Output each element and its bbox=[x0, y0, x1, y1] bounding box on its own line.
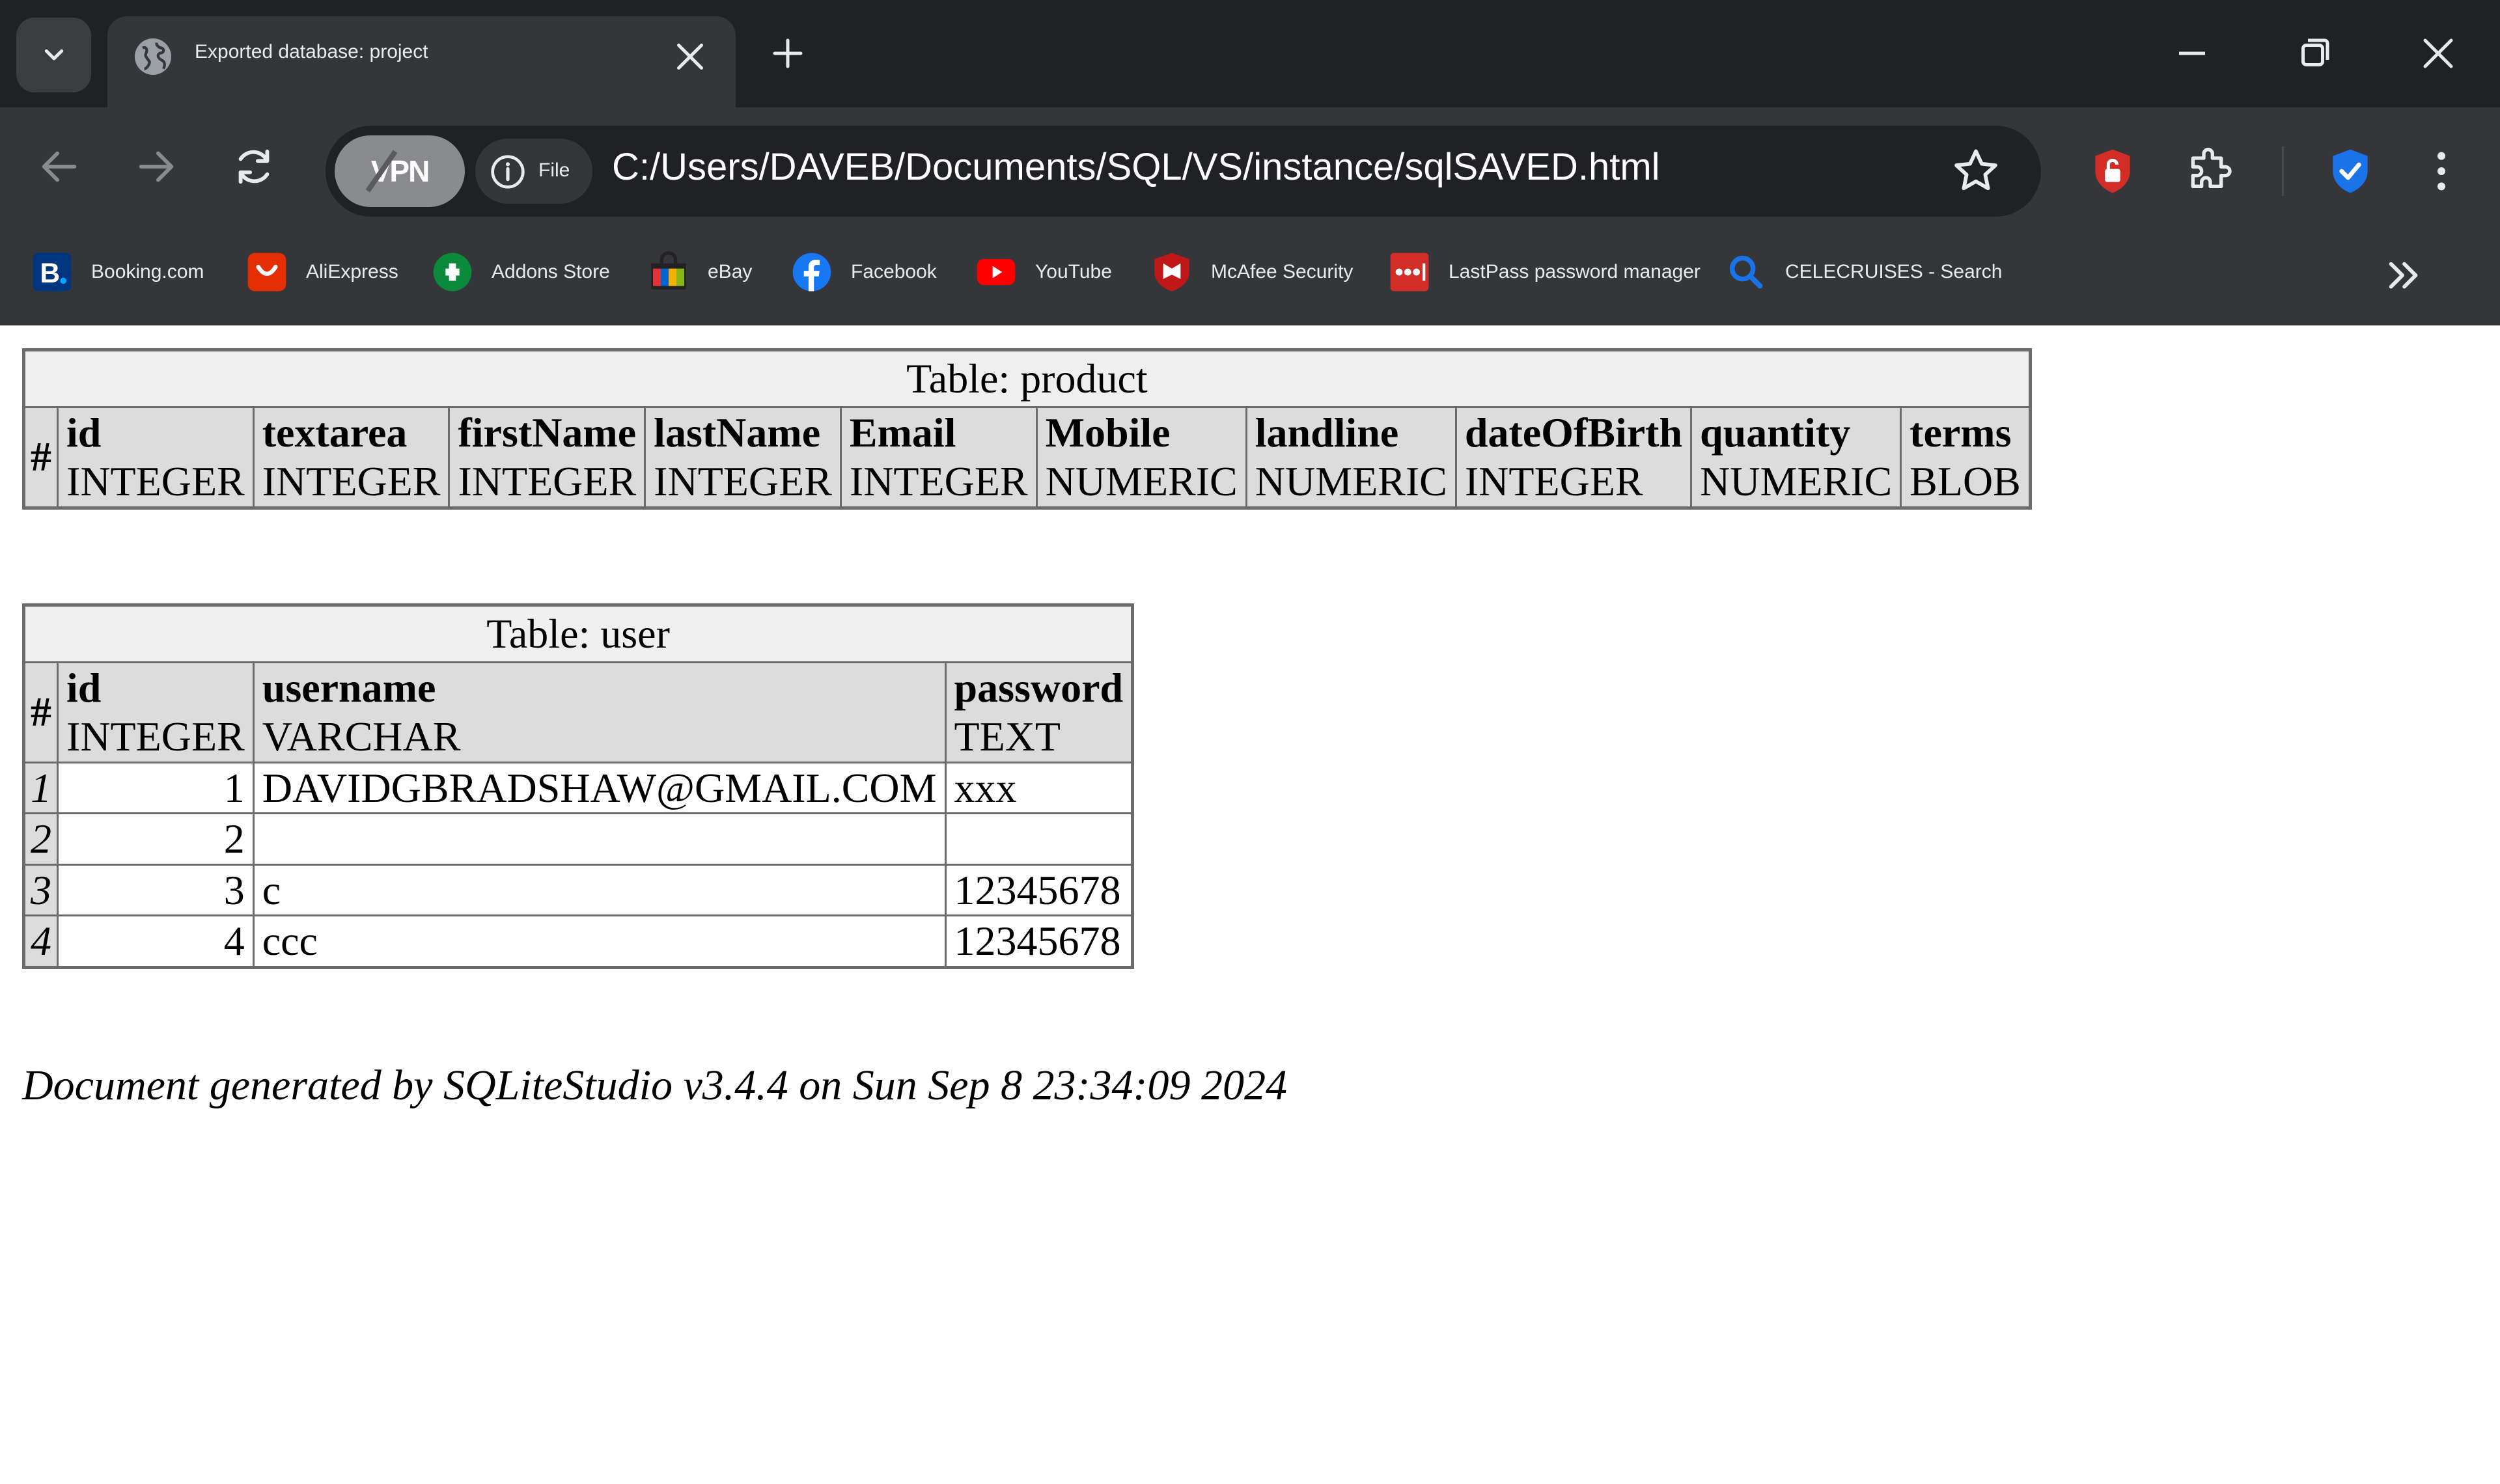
facebook-icon bbox=[792, 253, 831, 292]
forward-icon[interactable] bbox=[133, 144, 179, 189]
user-table: Table: user # id INTEGER username VARCHAR … bbox=[22, 603, 1135, 969]
lastpass-icon bbox=[1390, 253, 1429, 292]
shield-check-icon[interactable] bbox=[2324, 145, 2376, 197]
column-header: landline NUMERIC bbox=[1245, 405, 1457, 509]
bookmark-celecruises[interactable]: CELECRUISES - Search bbox=[1725, 246, 2002, 298]
column-header: id INTEGER bbox=[57, 405, 255, 509]
bookmark-aliexpress[interactable]: AliExpress bbox=[246, 246, 398, 298]
info-icon bbox=[491, 155, 525, 189]
site-info-chip[interactable]: File bbox=[475, 139, 592, 204]
bookmark-label: Facebook bbox=[851, 261, 937, 282]
cell-username bbox=[252, 812, 947, 866]
booking-icon: B bbox=[33, 253, 72, 292]
bookmark-facebook[interactable]: Facebook bbox=[791, 246, 937, 298]
close-tab-icon[interactable] bbox=[671, 37, 710, 76]
mcafee-icon bbox=[1154, 253, 1189, 292]
addons-icon bbox=[433, 253, 472, 292]
table-caption: Table: user bbox=[22, 604, 1134, 663]
table-row: 4 4 ccc 12345678 bbox=[23, 914, 1134, 969]
bookmark-star-icon[interactable] bbox=[1950, 145, 2002, 197]
extensions-puzzle-icon[interactable] bbox=[2184, 145, 2236, 197]
table-row: 1 1 DAVIDGBRADSHAW@GMAIL.COM xxx bbox=[23, 761, 1134, 815]
column-header: textarea INTEGER bbox=[252, 405, 451, 509]
generated-footer: Document generated by SQLiteStudio v3.4.… bbox=[22, 1062, 1288, 1109]
new-tab-icon[interactable] bbox=[768, 34, 807, 73]
cell-username: c bbox=[252, 863, 947, 917]
close-window-icon[interactable] bbox=[2419, 34, 2458, 73]
row-number: 3 bbox=[23, 863, 59, 917]
tab-search-button[interactable] bbox=[16, 18, 91, 92]
cell-password: 12345678 bbox=[944, 914, 1134, 969]
cell-id: 1 bbox=[57, 761, 255, 815]
cell-password: 12345678 bbox=[944, 863, 1134, 917]
tab-title: Exported database: project bbox=[195, 41, 428, 62]
cell-id: 2 bbox=[57, 812, 255, 866]
cell-password bbox=[944, 812, 1134, 866]
column-header: username VARCHAR bbox=[252, 661, 947, 763]
bookmarks-bar: B Booking.com AliExpress Addons Store eB… bbox=[0, 221, 2500, 325]
bookmark-lastpass[interactable]: LastPass password manager bbox=[1389, 246, 1701, 298]
column-header: dateOfBirth INTEGER bbox=[1454, 405, 1693, 509]
minimize-icon[interactable] bbox=[2173, 34, 2212, 73]
row-number: 1 bbox=[23, 761, 59, 815]
table-row: 3 3 c 12345678 bbox=[23, 863, 1134, 917]
bookmark-label: LastPass password manager bbox=[1449, 261, 1701, 282]
bookmark-mcafee[interactable]: McAfee Security bbox=[1151, 246, 1353, 298]
reload-icon[interactable] bbox=[231, 144, 277, 189]
search-icon bbox=[1729, 255, 1763, 289]
bookmark-ebay[interactable]: eBay bbox=[648, 246, 752, 298]
table-row: 2 2 bbox=[23, 812, 1134, 866]
column-header: terms BLOB bbox=[1900, 405, 2031, 509]
svg-text:B: B bbox=[40, 258, 60, 289]
bookmark-label: Booking.com bbox=[91, 261, 204, 282]
column-header: id INTEGER bbox=[57, 661, 255, 763]
double-chevron-right-icon[interactable] bbox=[2382, 253, 2427, 298]
vpn-button[interactable]: VPN bbox=[335, 135, 465, 207]
cell-username: ccc bbox=[252, 914, 947, 969]
file-chip-label: File bbox=[538, 159, 570, 181]
bookmark-addons[interactable]: Addons Store bbox=[432, 246, 610, 298]
column-header: password TEXT bbox=[944, 661, 1134, 763]
page-content: Table: product # id INTEGER textarea INTEG… bbox=[0, 325, 2500, 1484]
row-number-header: # bbox=[23, 661, 59, 763]
cell-id: 3 bbox=[57, 863, 255, 917]
url-text[interactable]: C:/Users/DAVEB/Documents/SQL/VS/instance… bbox=[612, 145, 1660, 189]
bookmark-label: eBay bbox=[708, 261, 753, 282]
column-header: Email INTEGER bbox=[839, 405, 1038, 509]
youtube-icon bbox=[977, 259, 1016, 285]
bookmark-label: McAfee Security bbox=[1211, 261, 1354, 282]
aliexpress-icon bbox=[247, 253, 286, 292]
bookmark-youtube[interactable]: YouTube bbox=[975, 246, 1112, 298]
title-bar: Exported database: project bbox=[0, 0, 2500, 107]
bookmark-label: Addons Store bbox=[492, 261, 610, 282]
row-number-header: # bbox=[23, 405, 59, 509]
column-header: firstName INTEGER bbox=[448, 405, 646, 509]
active-tab[interactable]: Exported database: project bbox=[107, 16, 736, 107]
cell-password: xxx bbox=[944, 761, 1134, 815]
row-number: 2 bbox=[23, 812, 59, 866]
restore-icon[interactable] bbox=[2295, 34, 2334, 73]
cell-id: 4 bbox=[57, 914, 255, 969]
browser-toolbar: VPN File C:/Users/DAVEB/Documents/SQL/VS… bbox=[0, 107, 2500, 221]
more-menu-icon[interactable] bbox=[2415, 145, 2467, 197]
table-caption: Table: product bbox=[23, 349, 2031, 408]
globe-icon bbox=[135, 38, 171, 75]
column-header: Mobile NUMERIC bbox=[1035, 405, 1247, 509]
toolbar-divider bbox=[2282, 146, 2284, 196]
product-table: Table: product # id INTEGER textarea INTEG… bbox=[22, 348, 2032, 510]
chevron-down-icon bbox=[44, 49, 63, 60]
bookmark-label: YouTube bbox=[1035, 261, 1112, 282]
column-header: lastName INTEGER bbox=[644, 405, 842, 509]
cell-username: DAVIDGBRADSHAW@GMAIL.COM bbox=[252, 761, 947, 815]
column-header: quantity NUMERIC bbox=[1690, 405, 1902, 509]
ebay-icon bbox=[651, 251, 686, 290]
bookmark-label: CELECRUISES - Search bbox=[1785, 261, 2003, 282]
bookmark-label: AliExpress bbox=[306, 261, 398, 282]
bookmark-booking[interactable]: B Booking.com bbox=[31, 246, 204, 298]
back-icon[interactable] bbox=[36, 144, 82, 189]
lastpass-extension-icon[interactable] bbox=[2087, 145, 2139, 197]
row-number: 4 bbox=[23, 914, 59, 969]
